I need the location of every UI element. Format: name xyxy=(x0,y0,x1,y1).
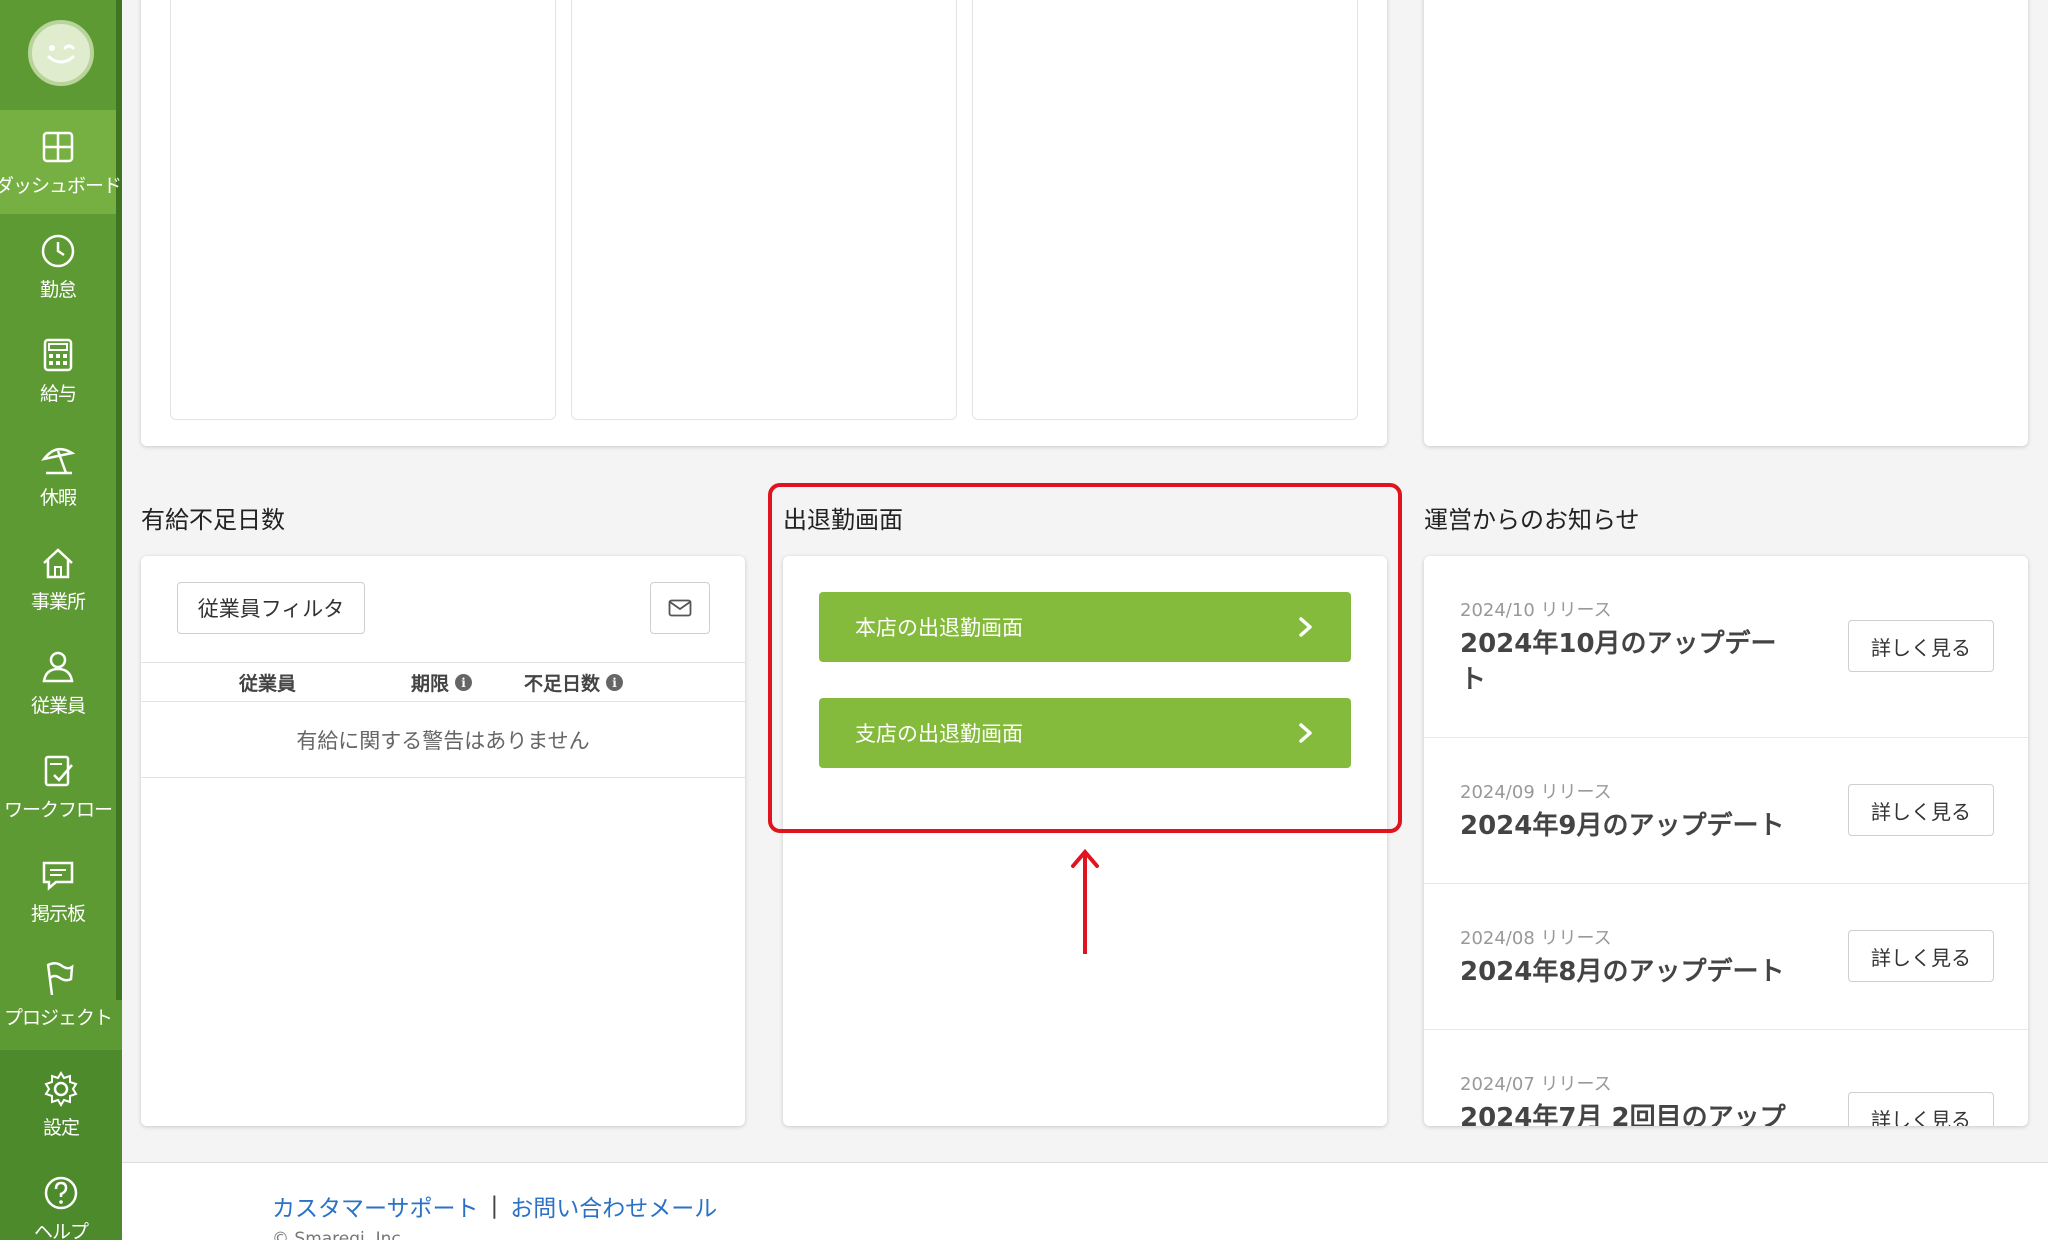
news-title: 2024年7月 2回目のアップ xyxy=(1460,1103,1786,1126)
top-widget-panel xyxy=(972,0,1358,420)
arrow-up-icon xyxy=(1071,848,1099,954)
info-icon[interactable]: i xyxy=(606,674,624,691)
chevron-right-icon xyxy=(1299,723,1312,743)
news-title: 2024年10月のアップデート xyxy=(1460,629,1777,695)
column-header-label: 不足日数 xyxy=(524,673,601,695)
news-detail-button[interactable]: 詳しく見る xyxy=(1848,1092,1994,1126)
top-widget-card xyxy=(141,0,1387,446)
logo[interactable] xyxy=(28,20,94,86)
news-card: 2024/10 リリース 2024年10月のアップデート 詳しく見る 2024/… xyxy=(1424,556,2028,1126)
news-item: 2024/08 リリース 2024年8月のアップデート 詳しく見る xyxy=(1424,884,2028,1030)
footer-links: カスタマーサポート | お問い合わせメール xyxy=(272,1189,717,1223)
branch-store-attendance-button[interactable]: 支店の出退勤画面 xyxy=(819,698,1351,768)
employee-filter-button[interactable]: 従業員フィルタ xyxy=(177,582,365,634)
sidebar-item-payroll[interactable]: 給与 xyxy=(0,318,116,422)
news-date: 2024/08 リリース xyxy=(1460,928,1612,949)
news-item: 2024/07 リリース 2024年7月 2回目のアップ 詳しく見る xyxy=(1424,1030,2028,1126)
contact-mail-link[interactable]: お問い合わせメール xyxy=(510,1189,717,1223)
attendance-title: 出退勤画面 xyxy=(783,506,903,534)
news-detail-button[interactable]: 詳しく見る xyxy=(1848,930,1994,982)
sidebar-item-label: ダッシュボード xyxy=(0,175,122,197)
flag-icon xyxy=(38,959,78,999)
column-header-deadline: 期限 i xyxy=(411,669,473,696)
dashboard-icon xyxy=(38,127,78,167)
sidebar-scrollbar[interactable] xyxy=(116,0,122,1000)
sidebar-item-project[interactable]: プロジェクト xyxy=(0,942,116,1046)
button-label: 支店の出退勤画面 xyxy=(855,722,1023,746)
clipboard-check-icon xyxy=(38,751,78,791)
sidebar-item-label: 掲示板 xyxy=(30,903,86,925)
customer-support-link[interactable]: カスタマーサポート xyxy=(272,1189,479,1223)
paid-leave-title: 有給不足日数 xyxy=(141,506,285,534)
news-title: 2024年8月のアップデート xyxy=(1460,957,1785,987)
envelope-icon xyxy=(668,599,692,617)
copyright: © Smaregi, Inc. xyxy=(272,1229,407,1240)
gear-icon xyxy=(41,1069,81,1109)
smiley-logo-icon xyxy=(47,44,75,64)
news-title: 2024年9月のアップデート xyxy=(1460,811,1785,841)
sidebar-item-board[interactable]: 掲示板 xyxy=(0,838,116,942)
sidebar-item-label: 休暇 xyxy=(39,487,77,509)
sidebar-item-attendance[interactable]: 勤怠 xyxy=(0,214,116,318)
sidebar-item-help[interactable]: ヘルプ xyxy=(0,1156,122,1240)
news-detail-button[interactable]: 詳しく見る xyxy=(1848,784,1994,836)
sidebar-item-label: 事業所 xyxy=(30,591,86,613)
column-header-label: 期限 xyxy=(411,673,450,695)
sidebar-item-settings[interactable]: 設定 xyxy=(0,1052,122,1156)
sidebar-item-employees[interactable]: 従業員 xyxy=(0,630,116,734)
footer-separator: | xyxy=(490,1193,499,1219)
app: ダッシュボード 勤怠 給与 休暇 事業所 従業員 ワークフロー 掲示板 プロジェ… xyxy=(0,0,2048,1240)
sidebar-item-leave[interactable]: 休暇 xyxy=(0,422,116,526)
sidebar: ダッシュボード 勤怠 給与 休暇 事業所 従業員 ワークフロー 掲示板 プロジェ… xyxy=(0,0,122,1240)
chevron-right-icon xyxy=(1299,617,1312,637)
paid-leave-card: 従業員フィルタ 従業員 期限 i 不足日数 i 有給に関する警告はありません xyxy=(141,556,745,1126)
news-item: 2024/10 リリース 2024年10月のアップデート 詳しく見る xyxy=(1424,556,2028,738)
main-store-attendance-button[interactable]: 本店の出退勤画面 xyxy=(819,592,1351,662)
mail-button[interactable] xyxy=(650,582,710,634)
news-date: 2024/09 リリース xyxy=(1460,782,1612,803)
news-date: 2024/07 リリース xyxy=(1460,1074,1612,1095)
sidebar-item-label: ヘルプ xyxy=(33,1221,89,1240)
sidebar-bottom-section: 設定 ヘルプ xyxy=(0,1050,122,1240)
top-widget-panel xyxy=(571,0,957,420)
news-item: 2024/09 リリース 2024年9月のアップデート 詳しく見る xyxy=(1424,738,2028,884)
sidebar-item-office[interactable]: 事業所 xyxy=(0,526,116,630)
news-date: 2024/10 リリース xyxy=(1460,600,1612,621)
top-widget-panel xyxy=(170,0,556,420)
chat-bubble-icon xyxy=(38,855,78,895)
home-icon xyxy=(38,543,78,583)
column-header-shortage: 不足日数 i xyxy=(524,669,624,696)
sidebar-item-label: 給与 xyxy=(39,383,77,405)
sidebar-item-label: ワークフロー xyxy=(3,799,113,821)
sidebar-item-label: 従業員 xyxy=(30,695,86,717)
attendance-card: 本店の出退勤画面 支店の出退勤画面 xyxy=(783,556,1387,1126)
sidebar-item-label: 設定 xyxy=(42,1117,80,1139)
news-detail-button[interactable]: 詳しく見る xyxy=(1848,620,1994,672)
column-header: 従業員 xyxy=(239,673,297,695)
info-icon[interactable]: i xyxy=(455,674,473,691)
sidebar-item-label: 勤怠 xyxy=(39,279,77,301)
help-icon xyxy=(41,1173,81,1213)
footer: カスタマーサポート | お問い合わせメール © Smaregi, Inc. xyxy=(122,1162,2048,1240)
sidebar-item-dashboard[interactable]: ダッシュボード xyxy=(0,110,122,214)
top-right-widget-card xyxy=(1424,0,2028,446)
empty-message: 有給に関する警告はありません xyxy=(141,702,745,778)
sidebar-item-label: プロジェクト xyxy=(3,1007,113,1029)
sidebar-item-workflow[interactable]: ワークフロー xyxy=(0,734,116,838)
beach-umbrella-icon xyxy=(38,439,78,479)
person-icon xyxy=(38,647,78,687)
button-label: 本店の出退勤画面 xyxy=(855,616,1023,640)
calculator-icon xyxy=(38,335,78,375)
clock-icon xyxy=(38,231,78,271)
news-title: 運営からのお知らせ xyxy=(1424,506,1640,534)
paid-leave-table-header: 従業員 期限 i 不足日数 i xyxy=(141,662,745,702)
